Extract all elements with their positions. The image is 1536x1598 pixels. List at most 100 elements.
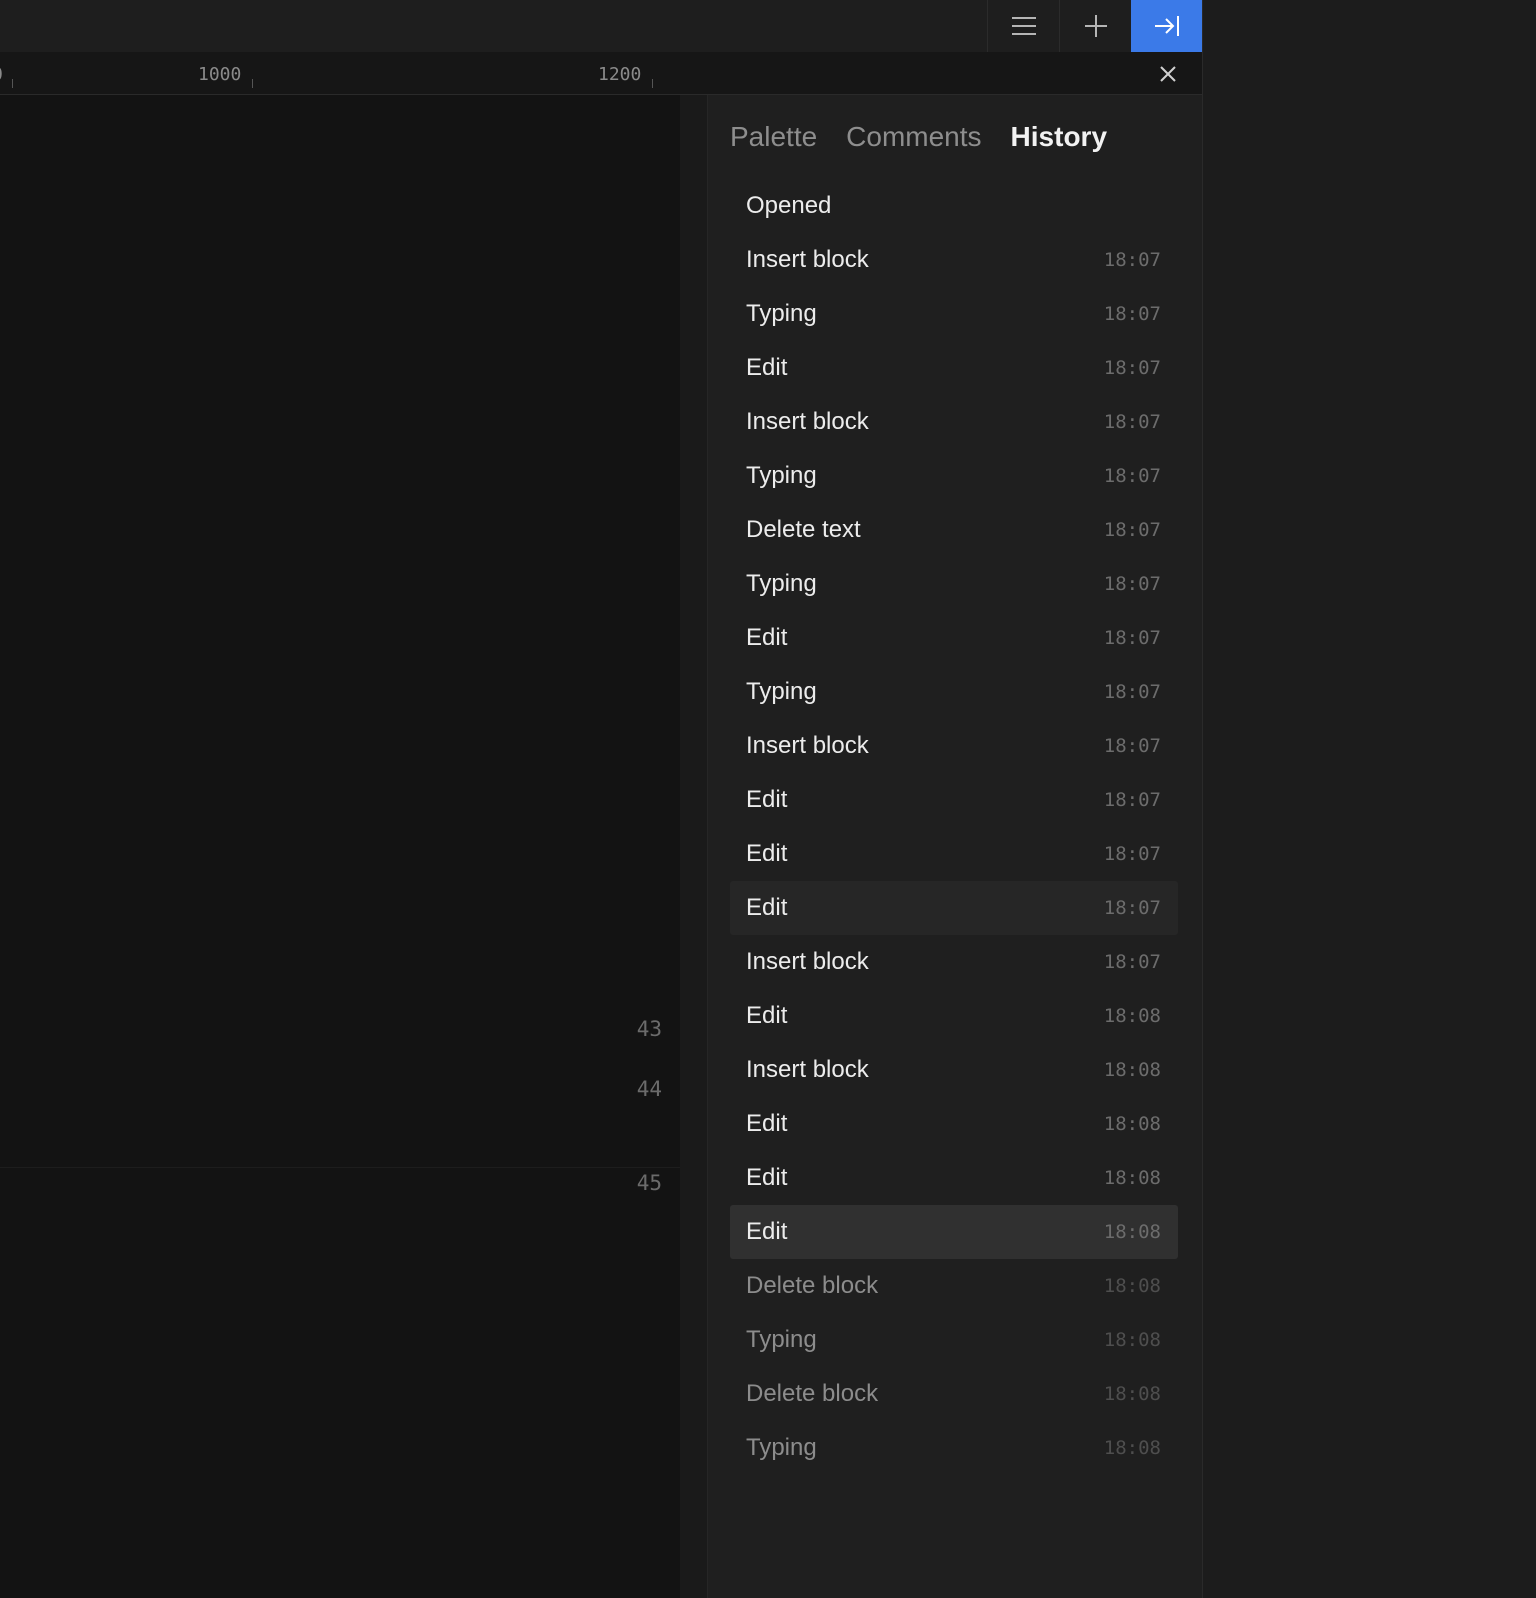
history-item[interactable]: Edit 18:07 [730, 611, 1178, 665]
history-item-time: 18:07 [1103, 897, 1161, 919]
history-item-label: Insert block [746, 948, 869, 975]
history-item[interactable]: Edit 18:08 [730, 989, 1178, 1043]
history-item-label: Edit [746, 624, 788, 651]
history-item-time: 18:07 [1103, 735, 1161, 757]
history-item-time: 18:07 [1103, 627, 1161, 649]
history-item-label: Edit [746, 1218, 788, 1245]
history-item-label: Typing [746, 570, 817, 597]
history-item-label: Edit [746, 354, 788, 381]
history-item[interactable]: Typing 18:07 [730, 557, 1178, 611]
history-item[interactable]: Insert block 18:07 [730, 935, 1178, 989]
history-item[interactable]: Delete block 18:08 [730, 1367, 1178, 1421]
history-item[interactable]: Insert block 18:07 [730, 395, 1178, 449]
history-item[interactable]: Insert block 18:07 [730, 233, 1178, 287]
line-number: 44 [636, 1077, 662, 1101]
history-item[interactable]: Typing 18:07 [730, 449, 1178, 503]
history-item-label: Typing [746, 1326, 817, 1353]
history-item[interactable]: Edit 18:07 [730, 773, 1178, 827]
history-item-time: 18:07 [1103, 465, 1161, 487]
history-item[interactable]: Edit 18:07 [730, 341, 1178, 395]
line-number: 43 [636, 1017, 662, 1041]
history-item-label: Typing [746, 678, 817, 705]
tab-palette[interactable]: Palette [730, 121, 817, 153]
history-item-time: 18:07 [1103, 843, 1161, 865]
add-button[interactable] [1059, 0, 1131, 52]
ruler-tick [12, 79, 13, 88]
history-item-time: 18:07 [1103, 303, 1161, 325]
history-item-time: 18:08 [1103, 1113, 1161, 1135]
history-item-label: Typing [746, 1434, 817, 1461]
history-item-label: Typing [746, 300, 817, 327]
ruler-label: 1200 [598, 64, 642, 85]
history-item-label: Edit [746, 786, 788, 813]
panel-splitter[interactable] [680, 95, 708, 1598]
history-item-label: Edit [746, 1164, 788, 1191]
editor-canvas[interactable]: 43 44 45 [0, 95, 680, 1598]
history-item[interactable]: Edit 18:08 [730, 1097, 1178, 1151]
history-item-time: 18:08 [1103, 1221, 1161, 1243]
dock-right-icon [1154, 16, 1179, 36]
ruler-tick [652, 79, 653, 88]
row-divider [0, 1167, 680, 1168]
top-toolbar [0, 0, 1202, 52]
history-item-time: 18:08 [1103, 1437, 1161, 1459]
tab-comments[interactable]: Comments [846, 121, 981, 153]
history-item[interactable]: Edit 18:08 [730, 1151, 1178, 1205]
ruler-tick [252, 79, 253, 88]
history-item-time: 18:07 [1103, 681, 1161, 703]
history-item-time: 18:07 [1103, 519, 1161, 541]
history-item-label: Insert block [746, 408, 869, 435]
history-item[interactable]: Edit 18:08 [730, 1205, 1178, 1259]
close-icon [1160, 66, 1176, 82]
history-item-label: Typing [746, 462, 817, 489]
menu-icon [1011, 17, 1036, 35]
history-item[interactable]: Typing 18:08 [730, 1421, 1178, 1475]
line-number: 45 [636, 1171, 662, 1195]
history-item[interactable]: Delete text 18:07 [730, 503, 1178, 557]
history-item-time: 18:07 [1103, 249, 1161, 271]
history-item-label: Insert block [746, 732, 869, 759]
history-item-label: Edit [746, 1002, 788, 1029]
history-item-time: 18:07 [1103, 411, 1161, 433]
history-item-time: 18:07 [1103, 357, 1161, 379]
history-item[interactable]: Insert block 18:07 [730, 719, 1178, 773]
history-item-label: Delete block [746, 1272, 879, 1299]
history-item[interactable]: Edit 18:07 [730, 827, 1178, 881]
history-item-label: Edit [746, 840, 788, 867]
history-item-time: 18:08 [1103, 1329, 1161, 1351]
history-item-label: Delete block [746, 1380, 879, 1407]
history-item-time: 18:08 [1103, 1275, 1161, 1297]
side-panel: Palette Comments History Opened Insert bl… [708, 95, 1202, 1598]
horizontal-ruler: 0 1000 1200 [0, 52, 1202, 95]
history-item-time: 18:08 [1103, 1383, 1161, 1405]
tab-history[interactable]: History [1011, 121, 1107, 153]
history-item-label: Delete text [746, 516, 861, 543]
history-item[interactable]: Opened [730, 179, 1178, 233]
history-item-label: Insert block [746, 246, 869, 273]
history-item[interactable]: Typing 18:07 [730, 665, 1178, 719]
plus-icon [1084, 15, 1107, 37]
menu-button[interactable] [987, 0, 1059, 52]
dock-panel-button[interactable] [1131, 0, 1202, 52]
panel-tabs: Palette Comments History [730, 121, 1107, 153]
history-item[interactable]: Insert block 18:08 [730, 1043, 1178, 1097]
history-item-time: 18:07 [1103, 573, 1161, 595]
history-item-label: Edit [746, 1110, 788, 1137]
history-item-time: 18:08 [1103, 1005, 1161, 1027]
history-item-label: Opened [746, 192, 832, 219]
history-item[interactable]: Typing 18:07 [730, 287, 1178, 341]
history-item-time: 18:07 [1103, 789, 1161, 811]
history-item-time: 18:08 [1103, 1059, 1161, 1081]
editor-window: 0 1000 1200 43 44 45 Palette Comments Hi… [0, 0, 1203, 1598]
ruler-label: 0 [0, 64, 3, 85]
history-item[interactable]: Delete block 18:08 [730, 1259, 1178, 1313]
history-item-label: Insert block [746, 1056, 869, 1083]
history-item[interactable]: Typing 18:08 [730, 1313, 1178, 1367]
history-item[interactable]: Edit 18:07 [730, 881, 1178, 935]
history-list: Opened Insert block 18:07 Typing 18:07 Edit 18… [730, 179, 1178, 1475]
history-item-label: Edit [746, 894, 788, 921]
ruler-label: 1000 [198, 64, 242, 85]
close-panel-button[interactable] [1152, 58, 1184, 90]
history-item-time: 18:08 [1103, 1167, 1161, 1189]
history-item-time: 18:07 [1103, 951, 1161, 973]
